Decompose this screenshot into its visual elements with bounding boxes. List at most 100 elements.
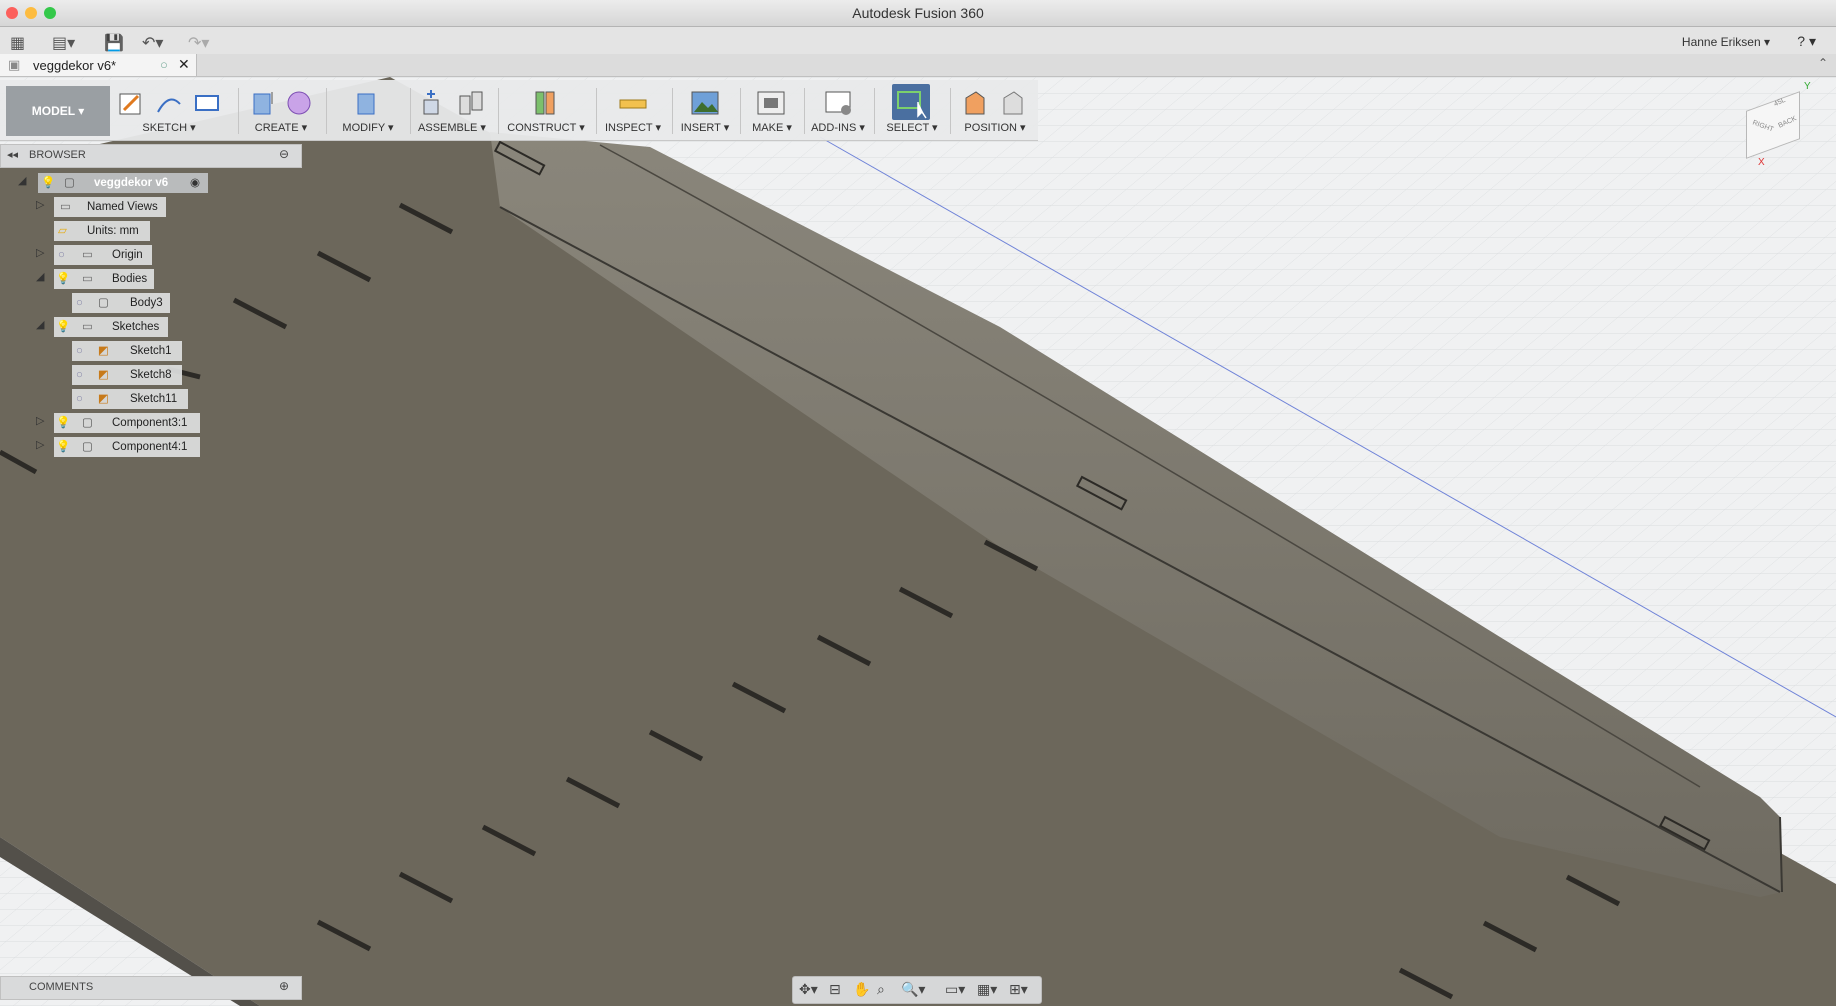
create-sketch-icon[interactable] xyxy=(116,88,146,118)
select-active-button[interactable] xyxy=(892,84,930,120)
window-titlebar: Autodesk Fusion 360 xyxy=(0,0,1836,27)
canvas-viewport[interactable]: RIGHT BACK 45L Y X xyxy=(0,77,1836,1006)
document-tab[interactable]: ▣ veggdekor v6* ○ ✕ xyxy=(0,54,197,76)
visibility-bulb-icon[interactable]: 💡 xyxy=(56,317,70,337)
expand-arrow-icon[interactable]: ◢ xyxy=(18,174,26,187)
activate-radio-icon[interactable]: ◉ xyxy=(190,173,200,193)
tree-item-units[interactable]: ▱ Units: mm xyxy=(54,221,150,241)
3d-print-icon[interactable] xyxy=(756,88,786,118)
new-component-icon[interactable] xyxy=(416,88,446,118)
scripts-icon[interactable] xyxy=(824,88,854,118)
press-pull-icon[interactable] xyxy=(352,88,382,118)
visibility-bulb-icon[interactable]: 💡 xyxy=(56,413,70,433)
help-icon[interactable]: ? ▾ xyxy=(1797,33,1816,50)
browser-minimize-icon[interactable]: ⊖ xyxy=(279,147,289,161)
tree-item-label: Bodies xyxy=(112,273,148,285)
offset-plane-icon[interactable] xyxy=(530,88,560,118)
minimize-window-button[interactable] xyxy=(25,7,37,19)
tree-item-origin[interactable]: ○ ▭ Origin xyxy=(54,245,152,265)
pan-icon[interactable]: ✋ xyxy=(853,981,870,998)
position-group[interactable]: POSITION ▾ xyxy=(954,80,1036,140)
close-window-button[interactable] xyxy=(6,7,18,19)
tree-item-bodies[interactable]: 💡 ▭ Bodies xyxy=(54,269,154,289)
visibility-bulb-icon[interactable]: ○ xyxy=(76,389,83,409)
capture-position-icon[interactable] xyxy=(960,88,990,118)
user-account-menu[interactable]: Hanne Eriksen ▾ xyxy=(1682,35,1770,49)
inspect-group-label: INSPECT ▾ xyxy=(604,122,662,134)
addins-group-label: ADD-INS ▾ xyxy=(811,122,865,134)
add-comment-icon[interactable]: ⊕ xyxy=(279,979,289,993)
line-icon[interactable] xyxy=(154,88,184,118)
look-at-icon[interactable]: ⊟ xyxy=(829,981,841,998)
save-icon[interactable]: 💾 xyxy=(104,33,124,53)
model-canvas[interactable] xyxy=(0,77,1836,1006)
visibility-bulb-icon[interactable]: 💡 xyxy=(56,269,70,289)
make-group[interactable]: MAKE ▾ xyxy=(744,80,800,140)
modify-group[interactable]: MODIFY ▾ xyxy=(332,80,404,140)
inspect-group[interactable]: INSPECT ▾ xyxy=(600,80,666,140)
zoom-window-button[interactable] xyxy=(44,7,56,19)
tree-item-sketch8[interactable]: ○ ◩ Sketch8 xyxy=(72,365,182,385)
app-grid-icon[interactable]: ▦ xyxy=(10,33,25,53)
extrude-icon[interactable] xyxy=(248,88,278,118)
create-group-label: CREATE ▾ xyxy=(254,122,308,134)
collapse-panel-icon[interactable]: ◂◂ xyxy=(7,148,18,161)
tree-item-label: Sketch8 xyxy=(130,369,172,381)
visibility-bulb-icon[interactable]: ○ xyxy=(58,245,65,265)
assemble-group[interactable]: ASSEMBLE ▾ xyxy=(414,80,490,140)
close-tab-icon[interactable]: ✕ xyxy=(178,56,190,73)
collapse-up-icon[interactable]: ⌃ xyxy=(1818,56,1828,70)
orbit-icon[interactable]: ✥▾ xyxy=(799,981,818,998)
insert-image-icon[interactable] xyxy=(690,88,720,118)
viewcube[interactable]: RIGHT BACK 45L Y X xyxy=(1738,81,1818,168)
joint-icon[interactable] xyxy=(456,88,486,118)
sketch-group[interactable]: SKETCH ▾ xyxy=(112,80,226,140)
axis-x-label: X xyxy=(1758,157,1765,168)
select-group[interactable]: SELECT ▾ xyxy=(878,80,946,140)
rectangle-icon[interactable] xyxy=(192,88,222,118)
tree-item-named-views[interactable]: ▭ Named Views xyxy=(54,197,166,217)
measure-icon[interactable] xyxy=(618,88,648,118)
expand-arrow-icon[interactable]: ◢ xyxy=(36,270,44,283)
visibility-bulb-icon[interactable]: ○ xyxy=(76,341,83,361)
redo-icon[interactable]: ↷▾ xyxy=(188,33,209,53)
file-menu-icon[interactable]: ▤▾ xyxy=(52,33,75,53)
comments-panel[interactable]: COMMENTS ⊕ xyxy=(0,976,302,1000)
tree-item-sketch11[interactable]: ○ ◩ Sketch11 xyxy=(72,389,188,409)
grid-settings-icon[interactable]: ▦▾ xyxy=(977,981,997,998)
expand-arrow-icon[interactable]: ▷ xyxy=(36,414,44,427)
display-settings-icon[interactable]: ▭▾ xyxy=(945,981,965,998)
construct-group[interactable]: CONSTRUCT ▾ xyxy=(502,80,590,140)
undo-icon[interactable]: ↶▾ xyxy=(142,33,163,53)
fit-icon[interactable]: 🔍▾ xyxy=(901,981,925,998)
sketch-icon: ◩ xyxy=(98,345,109,357)
tree-item-component3[interactable]: 💡 ▢ Component3:1 xyxy=(54,413,200,433)
modify-group-label: MODIFY ▾ xyxy=(342,122,394,134)
tree-root-component[interactable]: 💡 ▢ veggdekor v6 ◉ xyxy=(38,173,208,193)
ribbon-toolbar: MODEL ▾ SKETCH ▾ CREATE ▾ MODIFY ▾ ASSEM… xyxy=(0,80,1038,141)
viewports-icon[interactable]: ⊞▾ xyxy=(1009,981,1028,998)
revert-position-icon[interactable] xyxy=(998,88,1028,118)
tree-item-body3[interactable]: ○ ▢ Body3 xyxy=(72,293,170,313)
browser-panel-header: ◂◂ BROWSER ⊖ xyxy=(0,144,302,168)
visibility-bulb-icon[interactable]: ○ xyxy=(76,293,83,313)
visibility-bulb-icon[interactable]: ○ xyxy=(76,365,83,385)
workspace-switcher[interactable]: MODEL ▾ xyxy=(6,86,110,136)
create-group[interactable]: CREATE ▾ xyxy=(244,80,318,140)
tree-item-component4[interactable]: 💡 ▢ Component4:1 xyxy=(54,437,200,457)
expand-arrow-icon[interactable]: ▷ xyxy=(36,438,44,451)
expand-arrow-icon[interactable]: ▷ xyxy=(36,198,44,211)
comments-title: COMMENTS xyxy=(29,981,94,993)
tree-item-sketches[interactable]: 💡 ▭ Sketches xyxy=(54,317,168,337)
visibility-bulb-icon[interactable]: 💡 xyxy=(56,437,70,457)
assemble-group-label: ASSEMBLE ▾ xyxy=(418,122,486,134)
tree-item-sketch1[interactable]: ○ ◩ Sketch1 xyxy=(72,341,182,361)
addins-group[interactable]: ADD-INS ▾ xyxy=(806,80,870,140)
visibility-bulb-icon[interactable]: 💡 xyxy=(41,173,55,193)
document-tab-bar: ▣ veggdekor v6* ○ ✕ ⌃ xyxy=(0,54,1836,77)
expand-arrow-icon[interactable]: ▷ xyxy=(36,246,44,259)
insert-group[interactable]: INSERT ▾ xyxy=(676,80,734,140)
zoom-icon[interactable]: ⌕ xyxy=(877,981,885,998)
form-icon[interactable] xyxy=(284,88,314,118)
expand-arrow-icon[interactable]: ◢ xyxy=(36,318,44,331)
